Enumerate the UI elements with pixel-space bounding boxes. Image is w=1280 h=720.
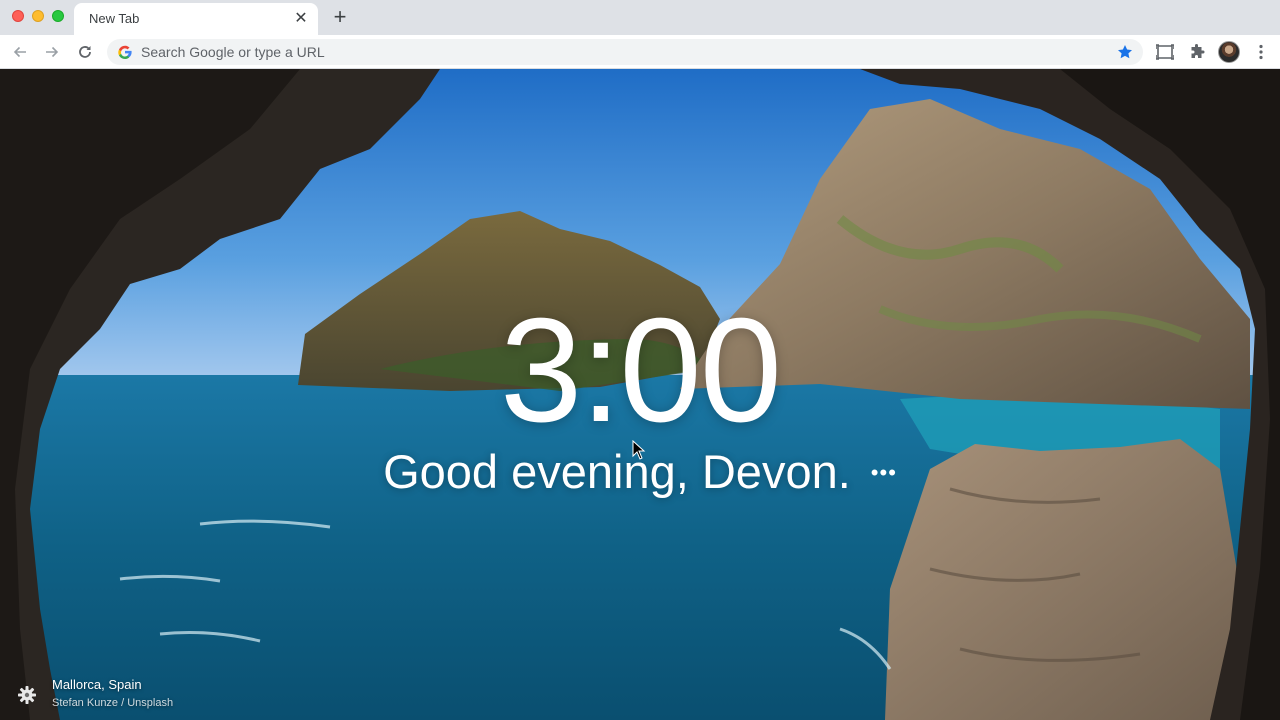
cast-icon[interactable] xyxy=(1154,41,1176,63)
more-options-icon[interactable]: ••• xyxy=(871,460,897,486)
reload-icon[interactable] xyxy=(73,40,97,64)
clock: 3:00 xyxy=(499,288,782,453)
tab-title: New Tab xyxy=(89,11,140,26)
tab-close-icon[interactable]: ✕ xyxy=(292,10,310,28)
tab-new-tab[interactable]: New Tab ✕ xyxy=(74,3,318,35)
forward-arrow-icon[interactable] xyxy=(40,40,64,64)
tab-strip: New Tab ✕ + xyxy=(0,0,1280,35)
kebab-menu-icon[interactable] xyxy=(1250,41,1272,63)
window-minimize-button[interactable] xyxy=(32,10,44,22)
back-arrow-icon[interactable] xyxy=(8,40,32,64)
new-tab-button[interactable]: + xyxy=(328,6,352,30)
photo-location: Mallorca, Spain xyxy=(52,677,142,692)
omnibox-input[interactable] xyxy=(141,39,1101,65)
omnibox[interactable] xyxy=(107,39,1143,65)
settings-gear-icon[interactable] xyxy=(17,685,37,705)
browser-toolbar xyxy=(0,35,1280,69)
extensions-puzzle-icon[interactable] xyxy=(1186,41,1208,63)
star-icon[interactable] xyxy=(1117,44,1133,60)
greeting: Good evening, Devon. xyxy=(383,444,851,498)
window-close-button[interactable] xyxy=(12,10,24,22)
avatar[interactable] xyxy=(1218,41,1240,63)
mouse-cursor-icon xyxy=(632,440,646,460)
window-zoom-button[interactable] xyxy=(52,10,64,22)
photo-credit[interactable]: Stefan Kunze / Unsplash xyxy=(52,697,173,709)
google-g-icon xyxy=(118,45,132,59)
